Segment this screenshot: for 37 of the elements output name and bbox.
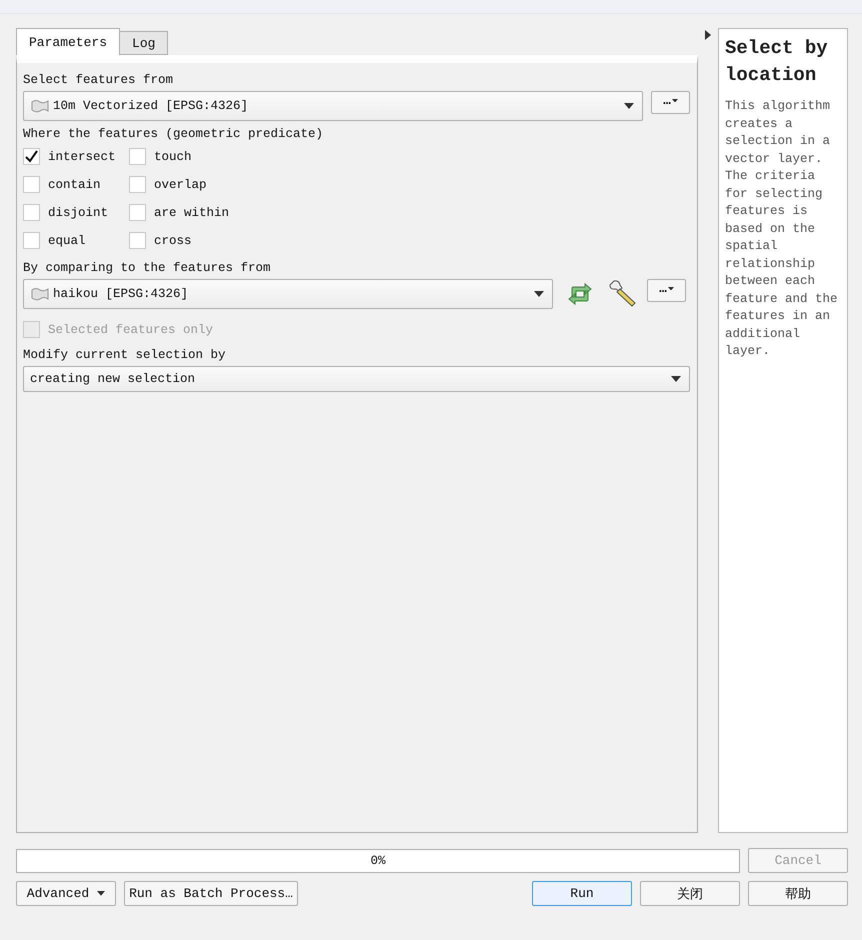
more-button[interactable]: … [647,279,686,302]
field-label: Select features from [23,73,174,87]
checkbox[interactable]: disjoint [23,204,129,221]
checkbox[interactable]: overlap [129,176,269,193]
help-button[interactable]: 帮助 [748,881,848,906]
checkbox[interactable]: touch [129,148,269,165]
close-button[interactable]: 关闭 [640,881,740,906]
caret-icon [671,376,681,382]
help-text: This algorithm creates a selection in a vector layer. The criteria for selecting features is based on the spatial relationship between each feature and the features in an additional layer. [725,98,839,360]
layer-dropdown[interactable]: 10m Vectorized [EPSG:4326] [23,91,643,121]
more-button[interactable]: … [651,91,690,114]
run-button[interactable]: Run [532,881,632,906]
field-label: Modify current selection by [23,348,227,362]
caret-icon [624,103,634,109]
caret-icon [534,291,544,297]
check-icon [25,150,38,163]
tab[interactable]: Log [119,31,168,55]
batch-button[interactable]: Run as Batch Process… [124,881,298,906]
tab[interactable]: Parameters [16,28,120,55]
field-label: By comparing to the features from [23,261,272,275]
checkbox[interactable]: equal [23,232,129,249]
caret-icon [668,286,674,290]
selection-dropdown[interactable]: creating new selection [23,366,690,392]
checkbox[interactable]: are within [129,204,269,221]
checkbox[interactable]: contain [23,176,129,193]
field-label: Where the features (geometric predicate) [23,127,324,141]
checkbox[interactable]: intersect [23,148,129,165]
collapse-arrow-icon[interactable] [705,30,711,40]
advanced-button[interactable]: Advanced [16,881,116,906]
caret-icon [97,891,106,896]
caret-icon [672,98,678,102]
progress-reading: 0% [370,854,386,868]
layer-dropdown[interactable]: haikou [EPSG:4326] [23,279,553,309]
polygon-layer-icon [30,99,50,113]
help-title: Select by location [725,36,829,88]
polygon-layer-icon [30,287,50,301]
checkbox[interactable]: cross [129,232,269,249]
